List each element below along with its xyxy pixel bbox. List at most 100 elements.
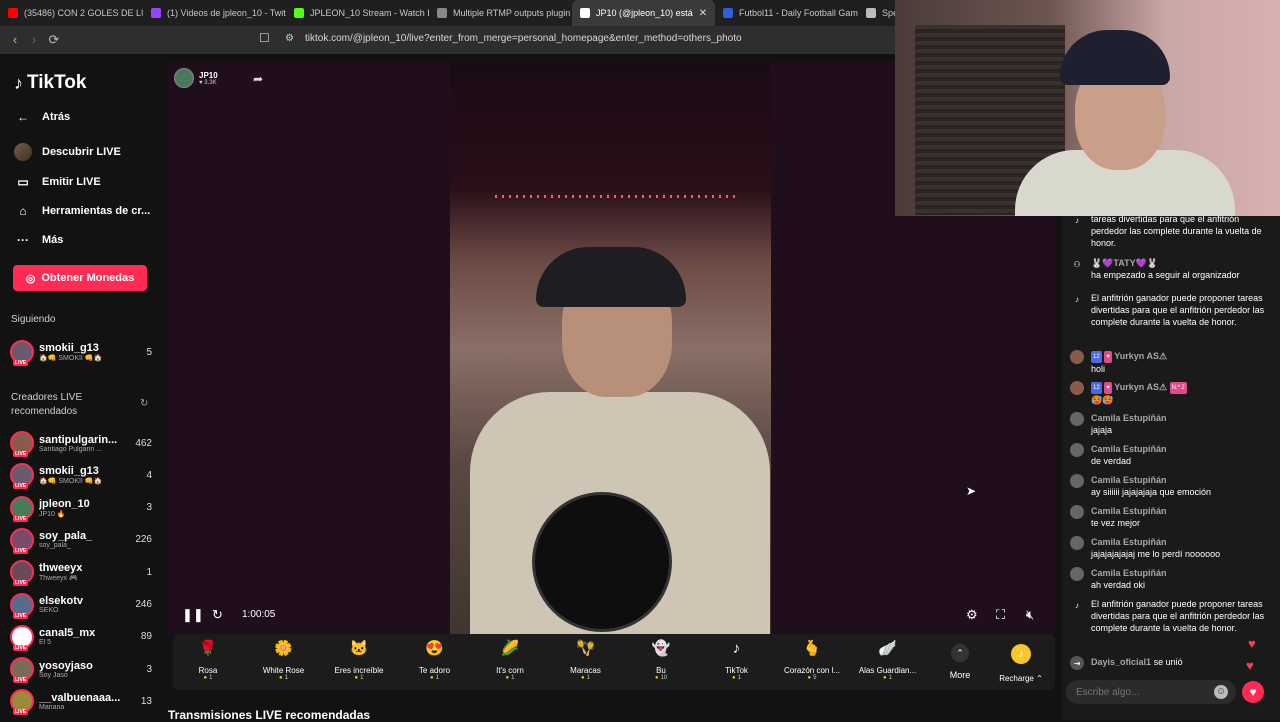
nav-go-live[interactable]: ▭ Emitir LIVE [14,173,154,191]
settings-icon[interactable]: ⚙ [966,607,978,623]
browser-tab[interactable]: JPLEON_10 Stream - Watch Liv [286,0,429,26]
tab-favicon-icon [294,8,304,18]
chat-username[interactable]: Yurkyn AS⚠ [1114,351,1167,361]
creator-name: soy_pala_ [39,530,93,543]
creator-item[interactable]: LIVE soy_pala_ soy_pala_ 226 [10,526,152,554]
creator-avatar: LIVE [10,689,34,716]
creator-item[interactable]: LIVE smokii_g13 🏠👊 SMOKII 👊🏠 4 [10,461,152,490]
browser-tab[interactable]: Multiple RTMP outputs plugin [429,0,572,26]
gift-item[interactable]: 🌹 Rosa1 [173,638,243,681]
creator-item[interactable]: LIVE elsekotv SEKO 246 [10,591,152,619]
browser-tab[interactable]: Futbol11 - Daily Football Gam [715,0,858,26]
gift-name: It's corn [496,666,524,675]
floating-heart-icon: ♥ [1246,658,1254,673]
browser-tab[interactable]: JP10 (@jpleon_10) está ✕ [572,0,715,26]
chat-message: Camila Estupiñán ah verdad oki [1070,567,1275,591]
chat-text: 🥵🥵 [1091,394,1114,405]
tab-favicon-icon [437,8,447,18]
gift-name: Eres increíble [334,666,384,675]
tiktok-logo[interactable]: ♪ TikTok [14,72,86,94]
tiktok-icon: ♪ [1075,600,1079,610]
pause-icon[interactable]: ❚❚ [182,607,204,623]
gift-name: Rosa [198,666,218,675]
reload-stream-icon[interactable]: ↻ [212,607,223,623]
camera-icon: ▭ [17,175,29,189]
creator-nickname: 🏠👊 SMOKII 👊🏠 [39,355,103,362]
gift-item[interactable]: 🌼 White Rose1 [249,638,319,681]
host-avatar[interactable] [174,68,194,88]
chat-username[interactable]: Camila Estupiñán [1091,413,1167,423]
host-name[interactable]: JP10 [199,71,218,80]
close-icon[interactable]: ✕ [699,8,707,19]
creator-item[interactable]: LIVE yosoyjaso Soy Jaso 3 [10,655,152,684]
back-arrow-icon[interactable]: ‹ [5,32,25,47]
refresh-icon[interactable]: ↻ [140,398,148,409]
creator-nickname: Santiago Pulgarin ... [39,445,103,453]
get-coins-button[interactable]: ◎ Obtener Monedas [13,265,147,291]
chat-message: ⚇ 🐰💜TATY💜🐰 ha empezado a seguir al organiz… [1070,257,1275,281]
site-info-icon[interactable]: ⚙ [285,33,294,44]
back-button[interactable]: ← Atrás [14,108,154,126]
like-heart-button[interactable]: ♥ [1242,681,1264,703]
gift-item[interactable]: ♪ TikTok1 [702,638,772,681]
creator-name: smokii_g13 [39,465,99,478]
chat-input[interactable] [1066,680,1236,704]
nav-creator-tools[interactable]: ⌂ Herramientas de cr... [14,202,154,220]
reload-icon[interactable]: ⟳ [44,32,64,48]
gift-icon: 🌼 [274,640,293,657]
creator-item[interactable]: LIVE thweeyx Thweeyx 🎮 1 [10,558,152,587]
chat-username[interactable]: Camila Estupiñán [1091,475,1167,485]
chat-username[interactable]: Camila Estupiñán [1091,506,1167,516]
chat-username[interactable]: Yurkyn AS⚠ [1114,382,1167,392]
gift-icon: 😍 [425,640,444,657]
gift-item[interactable]: 😍 Te adoro1 [400,638,470,681]
recharge-button[interactable]: ♪ Recharge ⌃ [995,638,1047,683]
gift-price: 1 [702,675,772,681]
more-gifts-button[interactable]: ⌃ More [940,638,980,680]
mute-icon[interactable]: 🔇︎ [1026,607,1034,623]
chat-username[interactable]: Camila Estupiñán [1091,568,1167,578]
chat-username[interactable]: Camila Estupiñán [1091,537,1167,547]
chat-username[interactable]: Camila Estupiñán [1091,444,1167,454]
creator-item[interactable]: LIVE __valbuenaaa... Mariana 13 [10,687,152,716]
share-icon[interactable]: ➦ [253,72,263,86]
browser-tab[interactable]: (35486) CON 2 GOLES DE LUIS [0,0,143,26]
chat-message: Camila Estupiñán jajajajajajaj me lo perd… [1070,536,1275,560]
bookmark-icon[interactable]: ☐ [259,31,270,45]
viewer-count: 1 [146,566,152,578]
creator-item[interactable]: LIVE smokii_g13 🏠👊 SMOKII 👊🏠 5 [10,338,152,366]
forward-arrow-icon[interactable]: › [24,32,44,47]
webcam-overlay [895,0,1280,216]
creator-avatar: LIVE [10,560,34,587]
url-text[interactable]: tiktok.com/@jpleon_10/live?enter_from_me… [305,33,742,44]
stream-time: 1:00:05 [242,609,276,620]
chat-message: 12 ♥ Yurkyn AS⚠ holi [1070,350,1275,375]
creator-item[interactable]: LIVE santipulgarin... Santiago Pulgarin ..… [10,429,152,457]
host-badge[interactable]: JP10 ♥ 3.3K [174,68,218,88]
fullscreen-icon[interactable]: ⛶ [996,607,1005,623]
creator-item[interactable]: LIVE canal5_mx El 5 89 [10,623,152,651]
browser-tab[interactable]: (1) Videos de jpleon_10 - Twitc [143,0,286,26]
gift-item[interactable]: 🪇 Maracas1 [551,638,621,681]
gift-item[interactable]: 🐱 Eres increíble1 [324,638,394,681]
gift-item[interactable]: 👻 Bu10 [626,638,696,681]
chat-username[interactable]: 🐰💜TATY💜🐰 [1091,258,1158,268]
nav-more[interactable]: ··· Más [14,231,154,249]
creator-name: thweeyx [39,562,83,575]
gift-item[interactable]: 🪽 Alas Guardian...1 [853,638,923,681]
following-title: Siguiendo [11,314,56,325]
streamer-cap [536,247,686,307]
creator-item[interactable]: LIVE jpleon_10 JP10 🔥 3 [10,494,152,522]
emoji-icon[interactable]: ☺ [1214,685,1228,699]
nav-discover-live[interactable]: Descubrir LIVE [14,143,154,161]
viewer-count: 3 [146,663,152,675]
gift-icon: 🐱 [349,640,369,657]
gift-item[interactable]: 🫰 Corazón con l...5 [777,638,847,681]
gift-item[interactable]: 🌽 It's corn1 [475,638,545,681]
tab-favicon-icon [723,8,733,18]
user-avatar [1070,474,1084,488]
creator-avatar: LIVE [10,431,34,457]
viewer-count: 3 [146,502,152,514]
chat-text: te vez mejor [1091,518,1141,528]
gift-name: Te adoro [418,666,451,675]
